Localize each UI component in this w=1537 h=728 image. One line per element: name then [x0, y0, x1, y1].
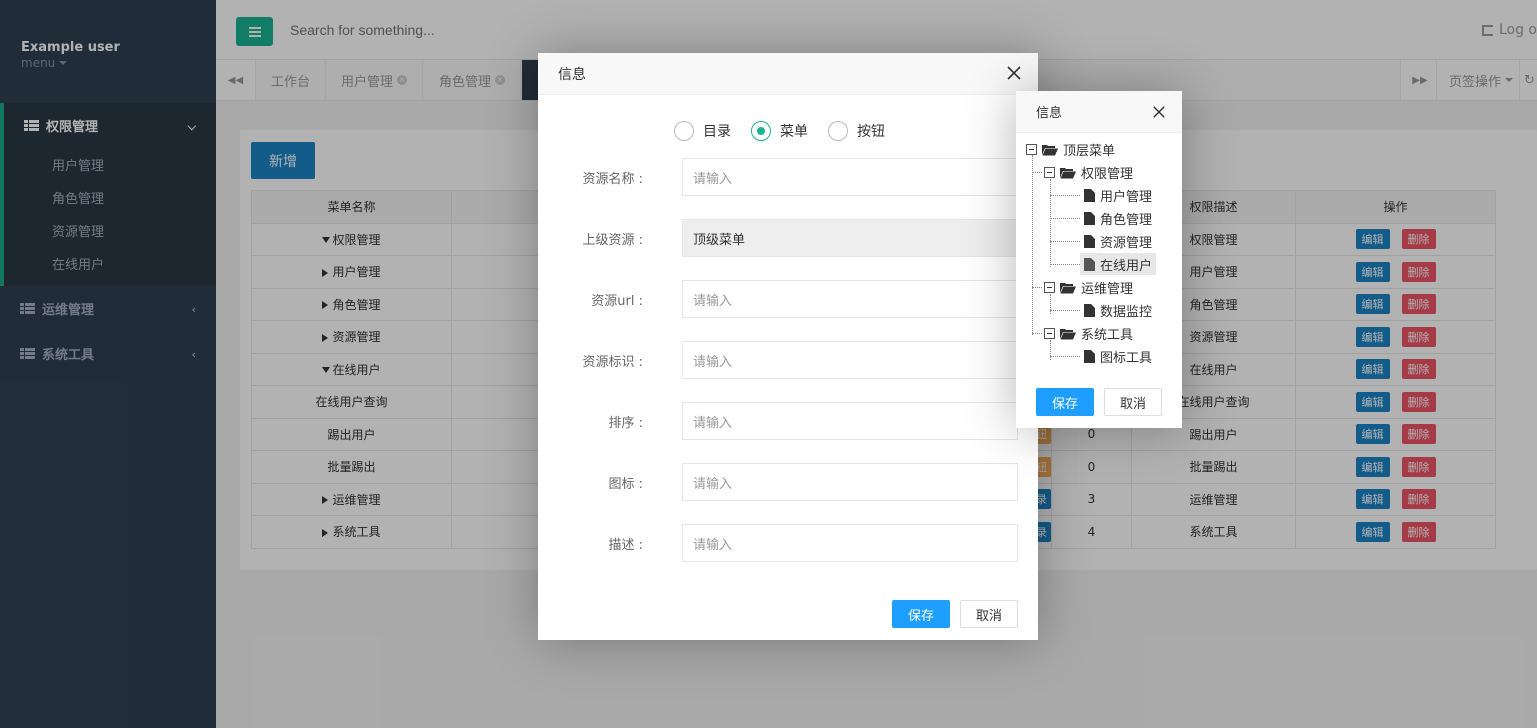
resource-name-input[interactable]: 请输入 [682, 158, 1018, 196]
radio-directory[interactable]: 目录 [674, 121, 731, 141]
resource-type-radios: 目录 菜单 按钮 [674, 121, 905, 141]
tree-node-label: 资源管理 [1100, 235, 1153, 251]
form-row-resource-url: 资源url : 请输入 [538, 280, 1038, 318]
field-label: 资源名称 : [582, 172, 643, 187]
radio-label: 目录 [703, 124, 731, 140]
dialog-title: 信息 [538, 53, 1038, 95]
resource-url-input[interactable]: 请输入 [682, 280, 1018, 318]
save-button[interactable]: 保存 [892, 600, 950, 628]
radio-label: 菜单 [780, 124, 808, 140]
tree-node-label: 用户管理 [1100, 189, 1153, 205]
folder-open-icon [1042, 144, 1058, 155]
form-row-resource-key: 资源标识 : 请输入 [538, 341, 1038, 379]
radio-menu[interactable]: 菜单 [751, 121, 808, 141]
radio-circle [828, 121, 848, 141]
tree-node-permission[interactable]: 权限管理 [1044, 161, 1133, 183]
tree-leaf-icon-tool[interactable]: 图标工具 [1084, 345, 1152, 367]
tree-node-label: 数据监控 [1100, 304, 1153, 320]
description-input[interactable]: 请输入 [682, 524, 1018, 562]
tree-node-label: 角色管理 [1100, 212, 1153, 228]
file-icon [1084, 188, 1095, 202]
close-icon[interactable] [1152, 105, 1166, 119]
cancel-button[interactable]: 取消 [1104, 388, 1162, 416]
parent-select-dialog: 信息 顶层菜单 权限管理 用户管理 角色管理 资源管理 在线用户 运维管理 数据… [1016, 91, 1182, 428]
form-row-resource-name: 资源名称 : 请输入 [538, 158, 1038, 196]
sort-input[interactable]: 请输入 [682, 402, 1018, 440]
folder-open-icon [1060, 328, 1076, 339]
collapse-toggle-icon[interactable] [1044, 281, 1055, 293]
tree-node-label: 运维管理 [1081, 281, 1134, 297]
tree-node-root[interactable]: 顶层菜单 [1026, 138, 1115, 160]
resource-dialog: 信息 目录 菜单 按钮 资源名称 : 请输入 上级资源 : 顶级菜单 资源url… [538, 53, 1038, 640]
collapse-toggle-icon[interactable] [1044, 166, 1055, 178]
radio-circle [674, 121, 694, 141]
field-label: 排序 : [608, 416, 643, 431]
folder-open-icon [1060, 167, 1076, 178]
tree-node-label: 系统工具 [1081, 327, 1134, 343]
field-label: 资源标识 : [582, 355, 643, 370]
save-button[interactable]: 保存 [1036, 388, 1094, 416]
close-icon[interactable] [1006, 65, 1022, 81]
tree-node-ops[interactable]: 运维管理 [1044, 276, 1133, 298]
tree-node-label: 顶层菜单 [1063, 143, 1116, 159]
tree-leaf-user-manage[interactable]: 用户管理 [1084, 184, 1152, 206]
file-icon [1084, 234, 1095, 248]
cancel-button[interactable]: 取消 [960, 600, 1018, 628]
collapse-toggle-icon[interactable] [1026, 143, 1037, 155]
tree-node-label: 图标工具 [1100, 350, 1153, 366]
field-label: 图标 : [608, 477, 643, 492]
file-icon [1084, 349, 1095, 363]
resource-key-input[interactable]: 请输入 [682, 341, 1018, 379]
field-label: 上级资源 : [582, 233, 643, 248]
tree-leaf-resource-manage[interactable]: 资源管理 [1084, 230, 1152, 252]
collapse-toggle-icon[interactable] [1044, 327, 1055, 339]
parent-resource-input[interactable]: 顶级菜单 [682, 219, 1018, 257]
file-icon [1084, 211, 1095, 225]
field-label: 描述 : [608, 538, 643, 553]
field-label: 资源url : [591, 294, 643, 309]
form-row-parent-resource: 上级资源 : 顶级菜单 [538, 219, 1038, 257]
icon-input[interactable]: 请输入 [682, 463, 1018, 501]
tree-leaf-role-manage[interactable]: 角色管理 [1084, 207, 1152, 229]
form-row-icon: 图标 : 请输入 [538, 463, 1038, 501]
file-icon [1084, 257, 1095, 271]
dialog-footer: 保存 取消 [892, 600, 1018, 628]
radio-circle [751, 121, 771, 141]
tree-dialog-footer: 保存 取消 [1036, 388, 1162, 416]
tree-leaf-data-monitor[interactable]: 数据监控 [1084, 299, 1152, 321]
tree-node-tools[interactable]: 系统工具 [1044, 322, 1133, 344]
radio-button[interactable]: 按钮 [828, 121, 885, 141]
tree-leaf-online-users[interactable]: 在线用户 [1080, 253, 1157, 275]
radio-label: 按钮 [857, 124, 885, 140]
form-row-description: 描述 : 请输入 [538, 524, 1038, 562]
tree-node-label: 在线用户 [1100, 258, 1153, 274]
folder-open-icon [1060, 282, 1076, 293]
tree-node-label: 权限管理 [1081, 166, 1134, 182]
form-row-sort: 排序 : 请输入 [538, 402, 1038, 440]
file-icon [1084, 303, 1095, 317]
